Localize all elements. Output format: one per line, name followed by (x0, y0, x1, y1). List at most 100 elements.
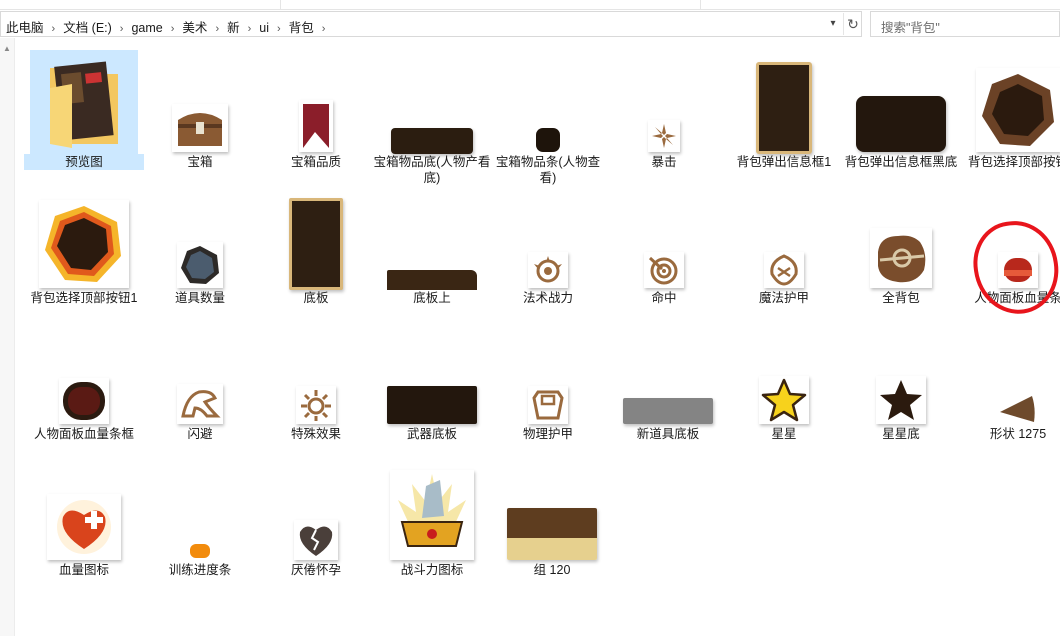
file-item[interactable]: 道具数量 (146, 186, 254, 316)
chevron-right-icon[interactable]: › (322, 23, 326, 35)
toolbar-segment (280, 0, 701, 9)
thumbnail (847, 186, 955, 290)
new-item-panel-icon (623, 398, 713, 424)
navigation-pane-edge[interactable]: ▲ (0, 38, 15, 636)
file-item[interactable]: 底板 (262, 186, 370, 316)
weapon-panel-icon (387, 386, 477, 424)
file-item[interactable]: 武器底板 (378, 322, 486, 452)
breadcrumb-item[interactable]: 文档 (E:) (63, 17, 112, 36)
file-name: 星星 (771, 427, 797, 441)
file-item[interactable]: 特殊效果 (262, 322, 370, 452)
breadcrumb-item[interactable]: 背包 (289, 17, 314, 36)
file-item[interactable]: 物理护甲 (494, 322, 602, 452)
hexagon-button-icon (976, 68, 1060, 152)
star-icon (759, 376, 809, 424)
scroll-up-icon[interactable]: ▲ (3, 44, 11, 53)
file-name: 闪避 (187, 427, 213, 441)
thumbnail (262, 458, 370, 562)
file-name: 全背包 (882, 291, 920, 305)
file-name: 道具数量 (174, 291, 225, 305)
history-dropdown-icon[interactable]: ▾ (825, 16, 841, 32)
file-item[interactable]: 暴击 (610, 50, 718, 180)
file-name: 训练进度条 (168, 563, 232, 577)
file-name: 背包弹出信息框1 (736, 155, 832, 169)
file-item[interactable]: 背包弹出信息框黑底 (845, 50, 957, 180)
file-item[interactable]: 法术战力 (494, 186, 602, 316)
thumbnail (146, 50, 254, 154)
chevron-right-icon[interactable]: › (52, 23, 56, 35)
file-item[interactable]: 背包选择顶部按钮1 (30, 186, 138, 316)
search-box[interactable]: 搜索"背包" (870, 11, 1060, 37)
search-input[interactable]: 搜索"背包" (881, 17, 940, 36)
file-item[interactable]: 宝箱 (146, 50, 254, 180)
file-item[interactable]: 组 120 (498, 458, 606, 588)
thumbnail (730, 322, 838, 426)
file-name: 宝箱物品底(人物产看底) (373, 155, 491, 185)
heart-health-icon (47, 494, 121, 560)
breadcrumb-item[interactable]: 此电脑 (6, 17, 44, 36)
file-item[interactable]: 星星 (730, 322, 838, 452)
file-item[interactable]: 背包弹出信息框1 (730, 50, 838, 180)
file-item[interactable]: 厌倦怀孕 (262, 458, 370, 588)
file-item[interactable]: 形状 1275 (964, 322, 1060, 452)
breadcrumb-item[interactable]: ui (259, 21, 269, 35)
chevron-right-icon[interactable]: › (248, 23, 252, 35)
file-name: 组 120 (533, 563, 571, 577)
chevron-right-icon[interactable]: › (215, 23, 219, 35)
file-item[interactable]: 宝箱物品底(人物产看底) (374, 50, 490, 185)
chevron-right-icon[interactable]: › (120, 23, 124, 35)
thumbnail (378, 322, 486, 426)
file-item-preview[interactable]: 预览图 (24, 50, 144, 180)
file-item[interactable]: 宝箱物品条(人物查看) (494, 50, 602, 185)
file-item[interactable]: 背包选择顶部按钮 (964, 50, 1060, 180)
breadcrumb-item[interactable]: 新 (227, 17, 240, 36)
chevron-right-icon[interactable]: › (171, 23, 175, 35)
file-name: 背包选择顶部按钮 (967, 155, 1060, 169)
thumbnail (498, 458, 606, 562)
quality-tag-icon (299, 100, 333, 152)
thumbnail (262, 186, 370, 290)
file-name: 物理护甲 (522, 427, 573, 441)
file-item[interactable]: 新道具底板 (614, 322, 722, 452)
file-name: 武器底板 (406, 427, 457, 441)
file-name: 宝箱 (187, 155, 213, 169)
address-bar[interactable]: 此电脑 › 文档 (E:) › game › 美术 › 新 › ui › 背包 › ▾ ↻ (0, 11, 862, 37)
breadcrumb-item[interactable]: 美术 (182, 17, 207, 36)
thumbnail (610, 186, 718, 290)
file-name: 形状 1275 (989, 427, 1047, 441)
full-bag-icon (870, 228, 932, 288)
broken-heart-icon (294, 520, 338, 560)
thumbnail (262, 322, 370, 426)
file-item[interactable]: 血量图标 (30, 458, 138, 588)
physical-armor-icon (528, 386, 568, 424)
accuracy-target-icon (644, 252, 684, 288)
file-item[interactable]: 训练进度条 (146, 458, 254, 588)
special-effect-icon (296, 386, 336, 424)
file-item[interactable]: 战斗力图标 (378, 458, 486, 588)
chest-icon (172, 104, 228, 152)
thumbnail (494, 322, 602, 426)
group-panel-icon (507, 508, 597, 560)
file-item[interactable]: 闪避 (146, 322, 254, 452)
file-item[interactable]: 魔法护甲 (730, 186, 838, 316)
file-item[interactable]: 底板上 (378, 186, 486, 316)
thumbnail (610, 50, 718, 154)
thumbnail (964, 50, 1060, 154)
toolbar-segment (0, 0, 281, 9)
chevron-right-icon[interactable]: › (277, 23, 281, 35)
file-name: 底板上 (413, 291, 451, 305)
file-item[interactable]: 宝箱品质 (262, 50, 370, 180)
file-item[interactable]: 人物面板血量条框 (30, 322, 138, 452)
file-item[interactable]: 全背包 (847, 186, 955, 316)
file-item[interactable]: 星星底 (847, 322, 955, 452)
breadcrumb-item[interactable]: game (131, 21, 162, 35)
magic-armor-icon (764, 252, 804, 288)
thumbnail (146, 322, 254, 426)
title-bar-strip (0, 0, 1060, 10)
thumbnail (262, 50, 370, 154)
file-name: 预览图 (24, 154, 144, 170)
refresh-icon[interactable]: ↻ (843, 13, 862, 35)
training-progress-icon (190, 544, 210, 558)
star-base-icon (876, 376, 926, 424)
file-item[interactable]: 命中 (610, 186, 718, 316)
